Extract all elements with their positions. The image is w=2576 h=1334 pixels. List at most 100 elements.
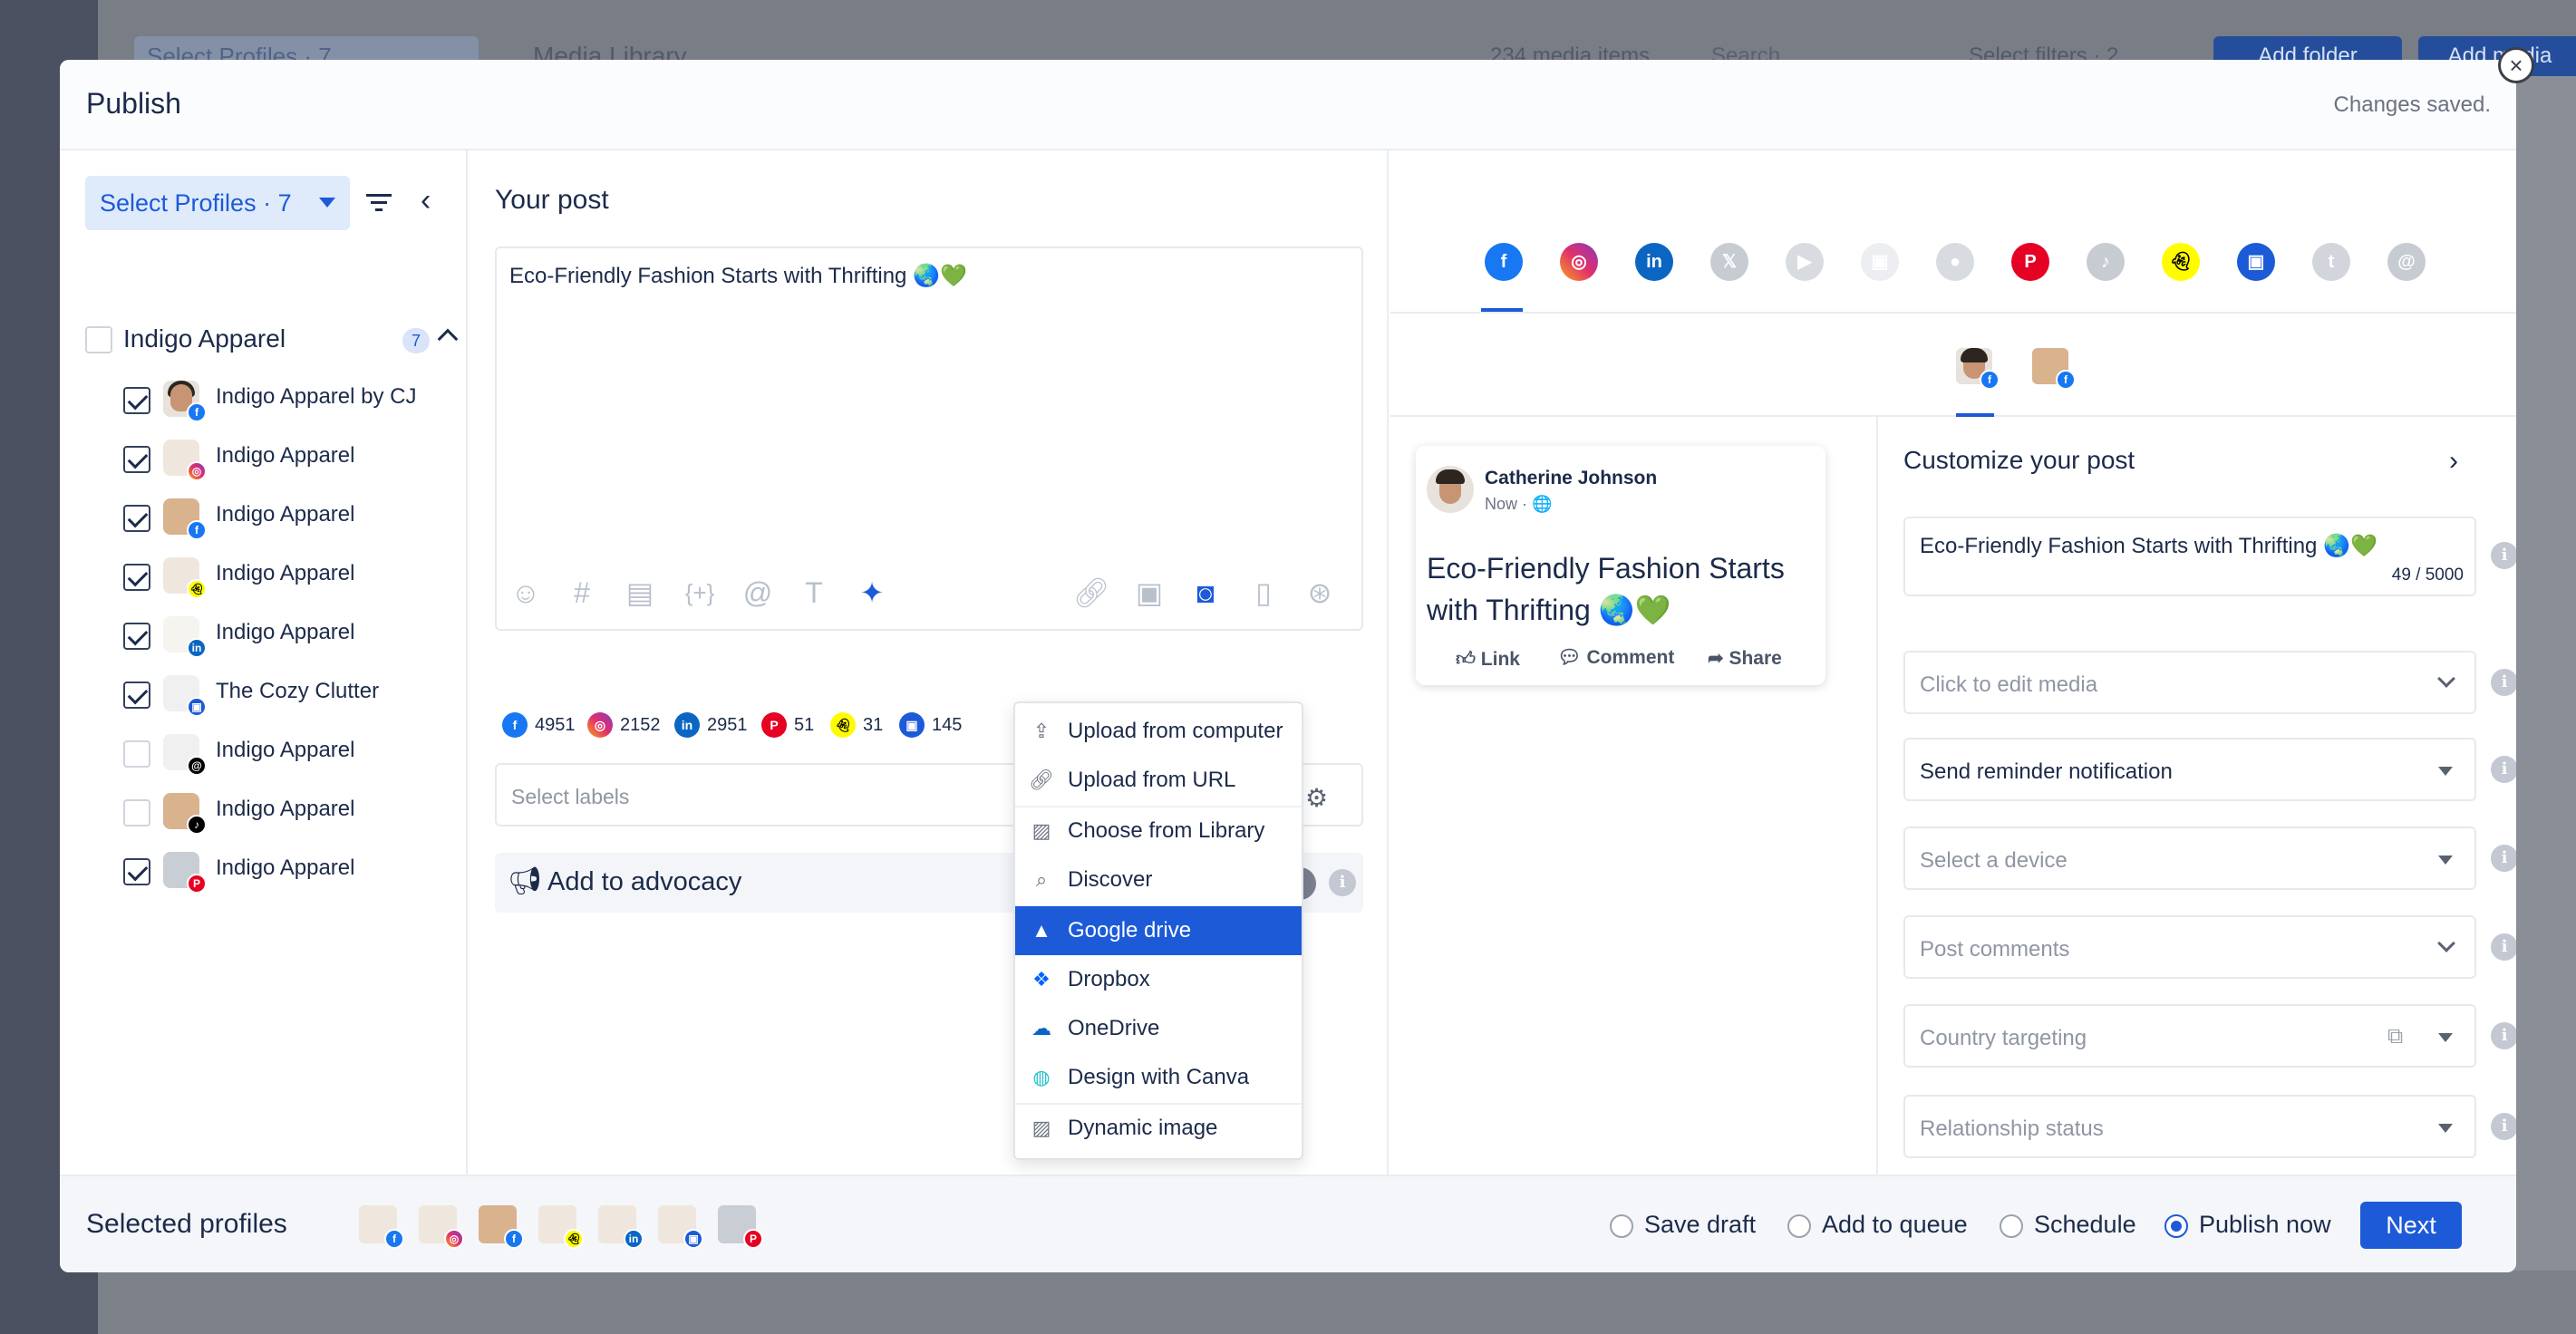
tumblr-tab-icon[interactable]: t: [2312, 243, 2350, 281]
chevron-up-icon[interactable]: [437, 328, 459, 350]
customize-field[interactable]: Click to edit media: [1903, 651, 2476, 714]
preview-profile-avatar-1[interactable]: f: [1956, 348, 2000, 390]
close-modal-button[interactable]: ×: [2498, 47, 2534, 83]
mention-icon[interactable]: @: [740, 575, 776, 611]
hashtag-icon[interactable]: #: [564, 575, 600, 611]
radio-add-to-queue[interactable]: [1787, 1214, 1811, 1238]
profile-item[interactable]: ♪ Indigo Apparel: [123, 793, 468, 835]
google-business-tab-icon[interactable]: ▣: [2237, 243, 2275, 281]
video-icon[interactable]: ▣: [1131, 575, 1167, 611]
option-label[interactable]: Add to queue: [1822, 1211, 1968, 1239]
profile-checkbox[interactable]: [123, 505, 150, 532]
profile-item[interactable]: ◎ Indigo Apparel: [123, 440, 468, 481]
info-icon[interactable]: i: [2491, 933, 2516, 961]
collapse-panel-icon[interactable]: ‹: [421, 185, 431, 216]
document-icon[interactable]: ▯: [1245, 575, 1282, 611]
dropbox-icon: ❖: [1032, 968, 1051, 991]
selected-profile-avatar[interactable]: f: [359, 1205, 404, 1249]
menu-item-dynamic-image[interactable]: ▨ Dynamic image: [1015, 1104, 1302, 1153]
link-icon[interactable]: 🔗︎: [1073, 575, 1110, 611]
menu-item-choose-from-library[interactable]: ▨ Choose from Library: [1015, 807, 1302, 856]
menu-item-discover[interactable]: ⌕ Discover: [1015, 856, 1302, 904]
magic-wand-icon[interactable]: ✦: [854, 575, 890, 611]
profile-checkbox[interactable]: [123, 564, 150, 591]
profile-checkbox[interactable]: [123, 740, 150, 768]
profile-checkbox[interactable]: [123, 858, 150, 885]
camera-icon[interactable]: ◙: [1187, 575, 1224, 611]
profile-item[interactable]: ▣ The Cozy Clutter: [123, 675, 468, 717]
snapchat-tab-icon[interactable]: 👻︎: [2162, 243, 2200, 281]
selected-profile-avatar[interactable]: ◎: [419, 1205, 464, 1249]
info-icon[interactable]: i: [2491, 1022, 2516, 1049]
copy-icon[interactable]: ⧉: [2387, 1024, 2403, 1049]
profile-checkbox[interactable]: [123, 799, 150, 826]
profile-item[interactable]: in Indigo Apparel: [123, 616, 468, 658]
info-icon[interactable]: i: [2491, 542, 2516, 569]
x-tab-icon[interactable]: 𝕏: [1710, 243, 1748, 281]
facebook-tab-icon[interactable]: f: [1485, 243, 1523, 281]
threads-tab-icon[interactable]: @: [2387, 243, 2426, 281]
profile-item[interactable]: 👻︎ Indigo Apparel: [123, 557, 468, 599]
selected-profile-avatar[interactable]: P: [718, 1205, 763, 1249]
info-icon[interactable]: i: [2491, 1113, 2516, 1140]
google-business-disabled-tab-icon[interactable]: ▣: [1861, 243, 1899, 281]
customize-field[interactable]: Country targeting ⧉: [1903, 1004, 2476, 1068]
info-icon[interactable]: i: [1329, 869, 1356, 896]
profile-item[interactable]: P Indigo Apparel: [123, 852, 468, 894]
emoji-icon[interactable]: ☺: [508, 575, 544, 611]
profile-checkbox[interactable]: [123, 446, 150, 473]
selected-profile-avatar[interactable]: 👻︎: [538, 1205, 584, 1249]
profile-checkbox[interactable]: [123, 387, 150, 414]
youtube-tab-icon[interactable]: ▶: [1786, 243, 1824, 281]
preview-profile-avatar-2[interactable]: f: [2032, 348, 2076, 390]
menu-item-upload-from-computer[interactable]: ⇪ Upload from computer: [1015, 707, 1302, 756]
comment-label: Comment: [1586, 647, 1675, 668]
text-block-icon[interactable]: ▤: [622, 575, 658, 611]
profile-group[interactable]: Indigo Apparel 7: [85, 324, 459, 361]
profile-item[interactable]: f Indigo Apparel: [123, 498, 468, 540]
customize-field[interactable]: Select a device: [1903, 826, 2476, 890]
circles-icon[interactable]: ⊛: [1302, 575, 1338, 611]
menu-item-dropbox[interactable]: ❖ Dropbox: [1015, 955, 1302, 1004]
option-label[interactable]: Save draft: [1644, 1211, 1756, 1239]
info-icon[interactable]: i: [2491, 669, 2516, 696]
customize-text-field[interactable]: Eco-Friendly Fashion Starts with Thrifti…: [1903, 517, 2476, 596]
option-label[interactable]: Publish now: [2199, 1211, 2331, 1239]
profile-item[interactable]: f Indigo Apparel by CJ: [123, 381, 468, 422]
radio-save-draft[interactable]: [1610, 1214, 1633, 1238]
select-profiles-dropdown[interactable]: Select Profiles · 7: [85, 176, 350, 230]
customize-field[interactable]: Send reminder notification: [1903, 738, 2476, 801]
selected-profile-avatar[interactable]: f: [479, 1205, 524, 1249]
gear-icon[interactable]: ⚙: [1305, 783, 1328, 813]
menu-item-onedrive[interactable]: ☁ OneDrive: [1015, 1004, 1302, 1053]
customize-field[interactable]: Post comments: [1903, 915, 2476, 979]
instagram-tab-icon[interactable]: ◎: [1560, 243, 1598, 281]
linkedin-tab-icon[interactable]: in: [1635, 243, 1673, 281]
reddit-tab-icon[interactable]: ●: [1936, 243, 1974, 281]
profile-item[interactable]: @ Indigo Apparel: [123, 734, 468, 776]
radio-schedule[interactable]: [2000, 1214, 2023, 1238]
radio-publish-now[interactable]: [2164, 1214, 2188, 1238]
chevron-right-icon[interactable]: ›: [2449, 446, 2458, 477]
option-label[interactable]: Schedule: [2034, 1211, 2136, 1239]
tiktok-tab-icon[interactable]: ♪: [2087, 243, 2125, 281]
char-count: 49 / 5000: [2391, 566, 2464, 585]
selected-profile-avatar[interactable]: in: [598, 1205, 644, 1249]
info-icon[interactable]: i: [2491, 756, 2516, 783]
info-icon[interactable]: i: [2491, 845, 2516, 872]
filter-icon[interactable]: [364, 187, 393, 218]
group-checkbox[interactable]: [85, 326, 112, 353]
menu-item-design-with-canva[interactable]: ◍ Design with Canva: [1015, 1053, 1302, 1102]
variable-icon[interactable]: {+}: [682, 575, 718, 611]
selected-profile-avatar[interactable]: ▣: [658, 1205, 703, 1249]
preview-text: Eco-Friendly Fashion Starts with Thrifti…: [1427, 552, 1785, 626]
profile-checkbox[interactable]: [123, 623, 150, 650]
customize-field[interactable]: Relationship status: [1903, 1095, 2476, 1158]
menu-item-google-drive[interactable]: ▲ Google drive: [1015, 906, 1302, 955]
post-text-area[interactable]: Eco-Friendly Fashion Starts with Thrifti…: [495, 246, 1363, 631]
text-format-icon[interactable]: T: [796, 575, 832, 611]
pinterest-tab-icon[interactable]: P: [2011, 243, 2049, 281]
profile-checkbox[interactable]: [123, 682, 150, 709]
next-button[interactable]: Next: [2360, 1202, 2462, 1249]
menu-item-upload-from-url[interactable]: 🔗︎ Upload from URL: [1015, 756, 1302, 805]
